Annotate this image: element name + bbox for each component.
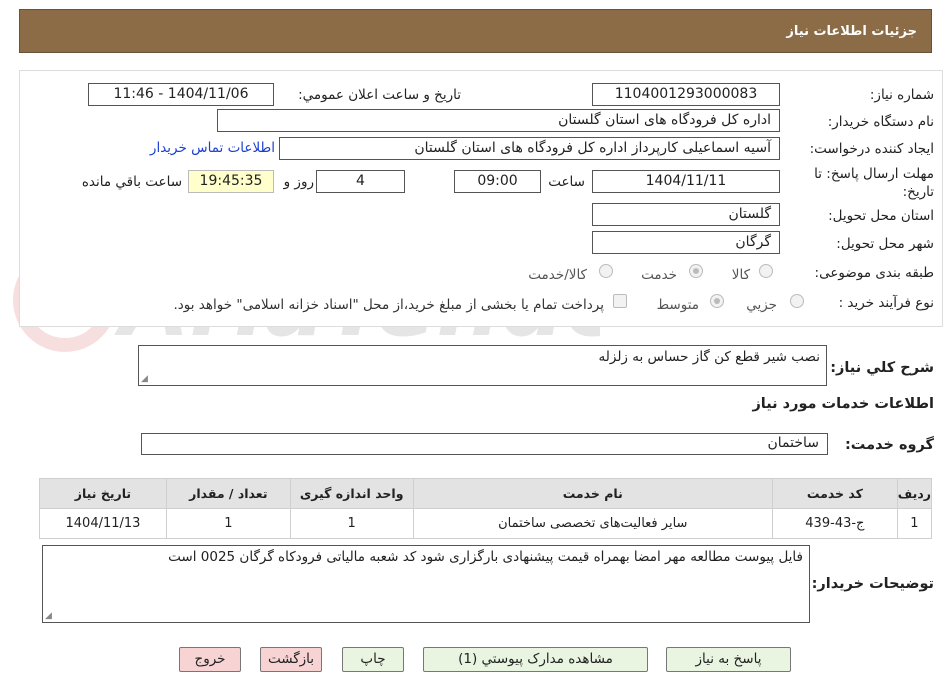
announce-date-label: تاريخ و ساعت اعلان عمومي: — [298, 87, 461, 103]
cell-quantity: 1 — [165, 508, 291, 539]
col-need-date: تاريخ نياز — [39, 478, 167, 509]
table-header-row: رديف کد خدمت نام خدمت واحد اندازه گيری ت… — [39, 478, 933, 509]
days-label: روز و — [283, 174, 314, 190]
buyer-org-field[interactable]: اداره کل فرودگاه های استان گلستان — [217, 109, 780, 132]
cell-service-name: ساير فعاليت‌های تخصصی ساختمان — [412, 508, 773, 539]
category-service-radio[interactable] — [689, 264, 703, 278]
category-goods-service-label: کالا/خدمت — [528, 267, 587, 283]
service-group-label: گروه خدمت: — [844, 437, 934, 453]
treasury-bonds-checkbox[interactable] — [613, 294, 627, 308]
services-section-title: اطلاعات خدمات مورد نياز — [752, 396, 934, 412]
remaining-time-label: ساعت باقي مانده — [81, 174, 182, 190]
cell-row-number: 1 — [896, 508, 933, 539]
cell-unit: 1 — [289, 508, 414, 539]
buyer-notes-text: فایل پیوست مطالعه مهر امضا بهمراه قیمت پ… — [168, 549, 803, 565]
print-button[interactable]: چاپ — [342, 647, 404, 672]
deadline-date-field[interactable]: 1404/11/11 — [592, 170, 780, 193]
province-label: استان محل تحويل: — [828, 208, 934, 224]
category-goods-radio[interactable] — [759, 264, 773, 278]
col-service-code: کد خدمت — [771, 478, 898, 509]
page-title: جزئيات اطلاعات نياز — [786, 24, 917, 39]
days-remaining-field[interactable]: 4 — [316, 170, 405, 193]
deadline-label-date: تاريخ: — [902, 184, 934, 200]
page-header: جزئيات اطلاعات نياز — [19, 9, 932, 53]
exit-button[interactable]: خروج — [179, 647, 241, 672]
treasury-bonds-note: پرداخت تمام يا بخشی از مبلغ خريد،از محل … — [173, 297, 604, 313]
city-field[interactable]: گرگان — [592, 231, 780, 254]
category-goods-label: کالا — [731, 267, 750, 283]
view-attachments-button[interactable]: مشاهده مدارک پيوستي (1) — [423, 647, 648, 672]
city-label: شهر محل تحويل: — [836, 236, 934, 252]
category-goods-service-radio[interactable] — [599, 264, 613, 278]
resize-grip-icon[interactable]: ◢ — [45, 611, 52, 621]
process-partial-radio[interactable] — [790, 294, 804, 308]
category-service-label: خدمت — [641, 267, 677, 283]
process-medium-label: متوسط — [656, 297, 699, 313]
resize-grip-icon[interactable]: ◢ — [141, 374, 148, 384]
process-label: نوع فرآيند خريد : — [838, 295, 934, 311]
category-label: طبقه بندی موضوعی: — [814, 265, 934, 281]
service-group-field[interactable]: ساختمان — [141, 433, 828, 455]
description-text: نصب شیر قطع کن گاز حساس به زلزله — [598, 349, 820, 365]
deadline-time-label: ساعت — [548, 174, 585, 190]
table-row[interactable]: 1 ج-43-439 ساير فعاليت‌های تخصصی ساختمان… — [39, 508, 933, 539]
need-number-label: شماره نياز: — [869, 87, 934, 103]
creator-field[interactable]: آسیه اسماعیلی کارپرداز اداره کل فرودگاه … — [279, 137, 780, 160]
buyer-notes-label: توضيحات خريدار: — [811, 576, 934, 592]
buyer-org-label: نام دستگاه خريدار: — [827, 114, 934, 130]
announce-date-field[interactable]: 1404/11/06 - 11:46 — [88, 83, 274, 106]
buyer-contact-link[interactable]: اطلاعات تماس خريدار — [150, 140, 275, 156]
col-service-name: نام خدمت — [412, 478, 773, 509]
col-row-number: رديف — [896, 478, 933, 509]
deadline-time-field[interactable]: 09:00 — [454, 170, 541, 193]
deadline-label: مهلت ارسال پاسخ: تا — [814, 166, 934, 182]
process-partial-label: جزيي — [746, 297, 777, 313]
back-button[interactable]: بازگشت — [260, 647, 322, 672]
cell-need-date: 1404/11/13 — [39, 508, 167, 539]
cell-service-code: ج-43-439 — [771, 508, 898, 539]
creator-label: ايجاد کننده درخواست: — [809, 141, 934, 157]
description-label: شرح کلي نياز: — [830, 360, 934, 376]
buyer-notes-textarea[interactable]: فایل پیوست مطالعه مهر امضا بهمراه قیمت پ… — [42, 545, 810, 623]
process-medium-radio[interactable] — [710, 294, 724, 308]
col-quantity: تعداد / مقدار — [165, 478, 291, 509]
services-table: رديف کد خدمت نام خدمت واحد اندازه گيری ت… — [39, 478, 933, 539]
reply-button[interactable]: پاسخ به نياز — [666, 647, 791, 672]
need-number-field[interactable]: 1104001293000083 — [592, 83, 780, 106]
description-textarea[interactable]: نصب شیر قطع کن گاز حساس به زلزله ◢ — [138, 345, 827, 386]
col-unit: واحد اندازه گيری — [289, 478, 414, 509]
province-field[interactable]: گلستان — [592, 203, 780, 226]
remaining-time-field: 19:45:35 — [188, 170, 274, 193]
